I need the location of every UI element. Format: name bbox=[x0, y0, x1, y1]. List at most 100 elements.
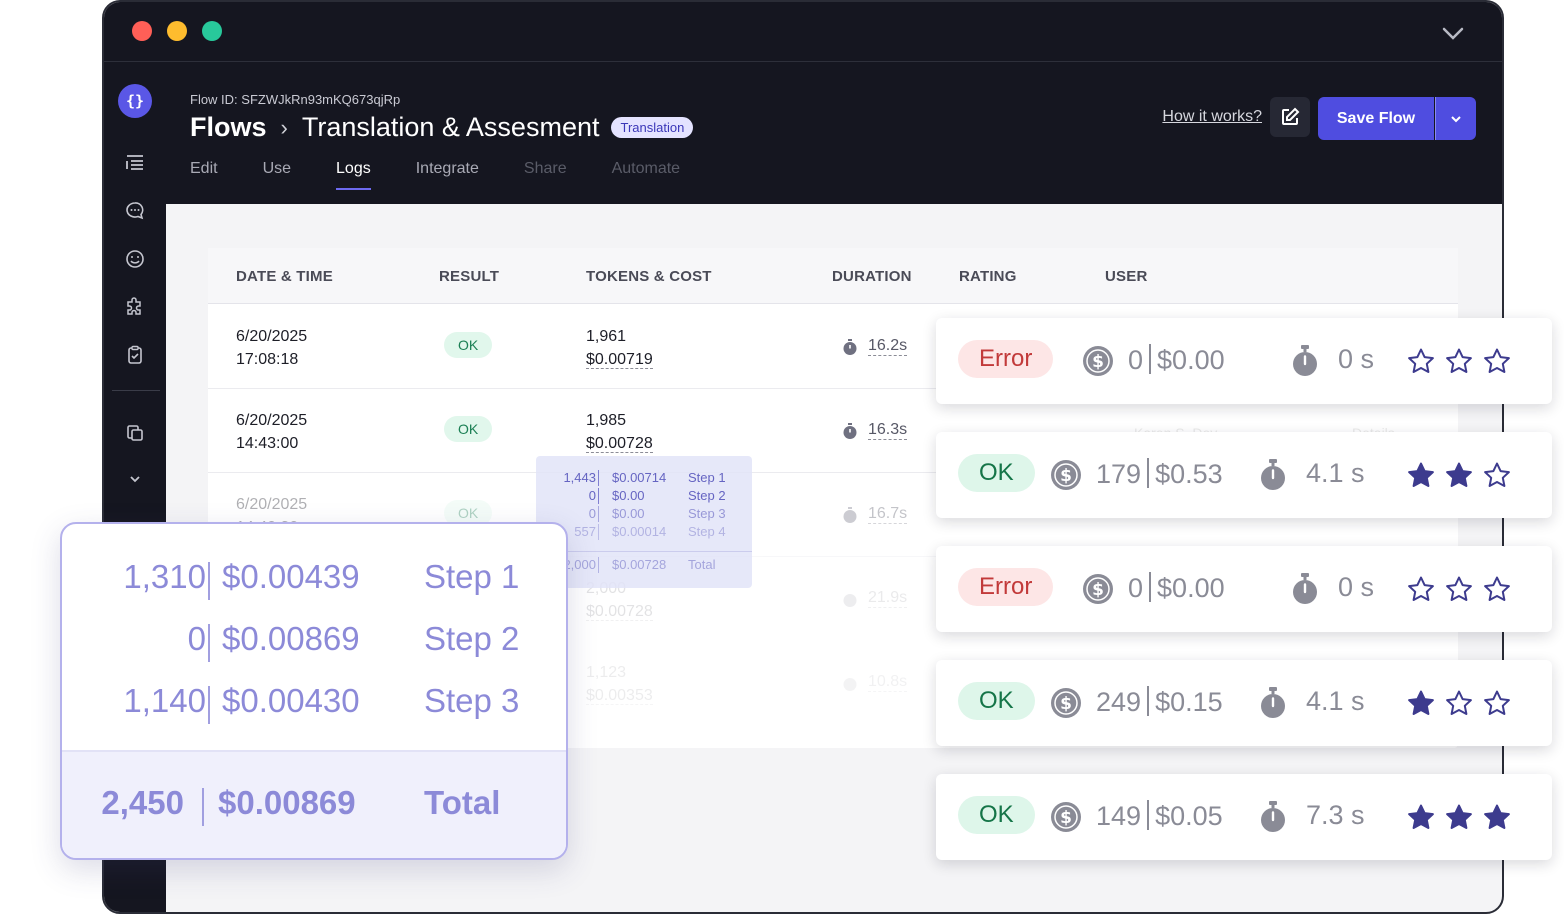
cost-text: $0.00 bbox=[1157, 345, 1225, 375]
column-header[interactable]: DURATION bbox=[832, 268, 912, 285]
star-icon[interactable] bbox=[1482, 347, 1512, 377]
coin-icon: $ bbox=[1051, 460, 1081, 490]
tokens-text: 0 bbox=[187, 620, 206, 657]
cost-text[interactable]: $0.00728 bbox=[586, 435, 653, 453]
sidebar-chevron-down-icon[interactable] bbox=[124, 468, 146, 490]
star-rating[interactable] bbox=[1406, 575, 1520, 605]
cost-text: $0.00869 bbox=[218, 784, 356, 821]
tokens-text: 1,310 bbox=[123, 558, 206, 595]
status-badge: OK bbox=[444, 416, 493, 442]
date-cell: 6/20/2025 17:08:18 bbox=[236, 325, 307, 371]
tokens-cell: 1,985 $0.00728 bbox=[586, 409, 653, 455]
date-cell: 6/20/2025 14:43:00 bbox=[236, 409, 307, 455]
star-rating[interactable] bbox=[1406, 347, 1520, 377]
star-rating[interactable] bbox=[1406, 461, 1520, 491]
copy-icon[interactable] bbox=[124, 422, 146, 444]
breakdown-total: 2,450 $0.00869 Total bbox=[62, 784, 566, 830]
save-options-button[interactable] bbox=[1435, 97, 1476, 140]
column-header[interactable]: USER bbox=[1105, 268, 1147, 285]
column-header[interactable]: TOKENS & COST bbox=[586, 268, 712, 285]
clipboard-icon[interactable] bbox=[124, 344, 146, 366]
cost-text[interactable]: $0.00353 bbox=[586, 687, 653, 705]
edit-button[interactable] bbox=[1270, 97, 1310, 137]
stopwatch-icon bbox=[843, 677, 857, 691]
page-header: Flow ID: SFZWJkRn93mKQ673qjRp Flows › Tr… bbox=[166, 62, 1502, 204]
list-icon[interactable] bbox=[124, 152, 146, 174]
chat-icon[interactable] bbox=[124, 200, 146, 222]
title-bar bbox=[104, 2, 1502, 62]
tab-logs[interactable]: Logs bbox=[336, 160, 371, 190]
how-it-works-link[interactable]: How it works? bbox=[1162, 108, 1262, 126]
star-icon[interactable] bbox=[1406, 689, 1436, 719]
run-card[interactable]: OK $149 $0.05 7.3 s bbox=[936, 774, 1552, 860]
save-flow-button[interactable]: Save Flow bbox=[1318, 97, 1434, 140]
close-window-button[interactable] bbox=[132, 21, 152, 41]
star-icon[interactable] bbox=[1406, 461, 1436, 491]
puzzle-icon[interactable] bbox=[124, 296, 146, 318]
logo-icon[interactable]: {} bbox=[118, 84, 152, 118]
column-header[interactable]: RATING bbox=[959, 268, 1017, 285]
cost-text: $0.00430 bbox=[222, 682, 360, 719]
star-icon[interactable] bbox=[1482, 575, 1512, 605]
star-rating[interactable] bbox=[1406, 803, 1520, 833]
run-card[interactable]: Error $0 $0.00 0 s bbox=[936, 546, 1552, 632]
divider bbox=[1147, 686, 1150, 716]
tokens-text: 0 bbox=[1128, 345, 1144, 375]
tab-share[interactable]: Share bbox=[524, 160, 567, 190]
stopwatch-icon bbox=[843, 422, 857, 439]
star-icon[interactable] bbox=[1406, 575, 1436, 605]
tokens-text: 0 bbox=[1128, 573, 1144, 603]
duration-text[interactable]: 16.2s bbox=[868, 337, 908, 356]
time-text: 17:08:18 bbox=[236, 351, 299, 368]
star-icon[interactable] bbox=[1482, 461, 1512, 491]
divider bbox=[208, 624, 210, 662]
step-label: Step 1 bbox=[424, 558, 520, 595]
duration-text[interactable]: 10.8s bbox=[868, 673, 908, 692]
stage: {} Flow ID: SFZWJkRn93mKQ673qjRp Flows ›… bbox=[0, 0, 1564, 920]
duration-text[interactable]: 21.9s bbox=[868, 589, 908, 608]
duration-cell: 10.8s bbox=[842, 673, 908, 692]
step-label: Step 1 bbox=[688, 470, 726, 485]
column-header[interactable]: DATE & TIME bbox=[236, 268, 333, 285]
star-rating[interactable] bbox=[1406, 689, 1520, 719]
duration-cell: 16.2s bbox=[842, 337, 908, 356]
tab-use[interactable]: Use bbox=[263, 160, 291, 190]
divider bbox=[536, 551, 752, 552]
tab-integrate[interactable]: Integrate bbox=[416, 160, 479, 190]
cost-text: $0.15 bbox=[1155, 687, 1223, 717]
star-icon[interactable] bbox=[1444, 803, 1474, 833]
star-icon[interactable] bbox=[1406, 347, 1436, 377]
tokens-text: 179 bbox=[1096, 459, 1142, 489]
star-icon[interactable] bbox=[1444, 689, 1474, 719]
run-card[interactable]: OK $179 $0.53 4.1 s bbox=[936, 432, 1552, 518]
tokens-text: 1,961 bbox=[586, 328, 627, 345]
run-card[interactable]: Error $0 $0.00 0 s bbox=[936, 318, 1552, 404]
column-header[interactable]: RESULT bbox=[439, 268, 499, 285]
star-icon[interactable] bbox=[1406, 803, 1436, 833]
chevron-down-icon[interactable] bbox=[1440, 20, 1466, 46]
stopwatch-icon bbox=[843, 338, 857, 355]
breadcrumb-root[interactable]: Flows bbox=[190, 112, 267, 143]
minimize-window-button[interactable] bbox=[167, 21, 187, 41]
svg-text:$: $ bbox=[1060, 808, 1072, 828]
star-icon[interactable] bbox=[1444, 575, 1474, 605]
duration-text[interactable]: 16.7s bbox=[868, 505, 908, 524]
star-icon[interactable] bbox=[1444, 347, 1474, 377]
divider bbox=[1149, 572, 1152, 602]
star-icon[interactable] bbox=[1444, 461, 1474, 491]
duration-cell: 21.9s bbox=[842, 589, 908, 608]
run-card[interactable]: OK $249 $0.15 4.1 s bbox=[936, 660, 1552, 746]
tab-edit[interactable]: Edit bbox=[190, 160, 218, 190]
emoji-icon[interactable] bbox=[124, 248, 146, 270]
tokens-text: 1,123 bbox=[586, 664, 627, 681]
star-icon[interactable] bbox=[1482, 689, 1512, 719]
step-label: Total bbox=[424, 784, 501, 821]
tab-automate[interactable]: Automate bbox=[612, 160, 680, 190]
cost-text[interactable]: $0.00728 bbox=[586, 603, 653, 621]
maximize-window-button[interactable] bbox=[202, 21, 222, 41]
status-badge: OK bbox=[958, 454, 1035, 492]
cost-text[interactable]: $0.00719 bbox=[586, 351, 653, 369]
star-icon[interactable] bbox=[1482, 803, 1512, 833]
duration-text[interactable]: 16.3s bbox=[868, 421, 908, 440]
chevron-down-icon bbox=[1451, 115, 1461, 122]
